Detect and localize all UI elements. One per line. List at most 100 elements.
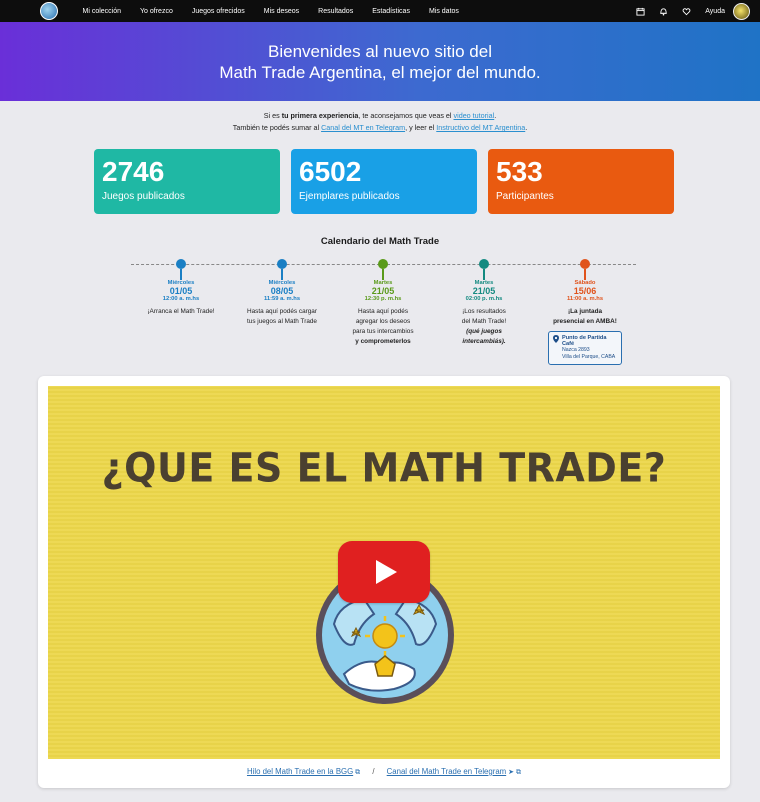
stat-label: Ejemplares publicados [299,191,400,202]
event-time: 02:00 p. m.hs [465,296,503,302]
nav-item-mis-datos[interactable]: Mis datos [419,8,468,15]
bell-icon[interactable] [659,7,668,16]
calendar-icon[interactable] [636,7,645,16]
stat-card-ejemplares: 6502 Ejemplares publicados [291,149,477,214]
intro-text-segment: Si es [263,111,282,120]
video-thumbnail-title: ¿QUE ES EL MATH TRADE? [101,444,667,492]
link-separator: / [372,767,375,776]
heart-icon[interactable] [682,7,691,16]
location-address: Villa del Parque, CABA [562,354,616,360]
card-links: Hilo del Math Trade en la BGG ⧉ / Canal d… [38,767,730,777]
intro-emphasis: tu primera experiencia [281,111,359,120]
event-time: 12:00 a. m.hs [162,296,200,302]
event-description: ¡Arranca el Math Trade! [131,307,231,317]
top-navbar: Mi colección Yo ofrezco Juegos ofrecidos… [0,0,760,22]
event-desc-line: del Math Trade! [461,318,507,325]
location-address: Nazca 2893 [562,347,590,353]
calendar-title: Calendario del Math Trade [320,236,440,247]
stat-label: Participantes [496,191,554,202]
timeline-dot [580,259,590,269]
event-time: 12:30 p. m.hs [364,296,402,302]
timeline-dot [176,259,186,269]
event-desc-line: ¡La juntada [567,308,603,315]
event-date: 08/05 [270,286,294,296]
bgg-thread-link[interactable]: Hilo del Math Trade en la BGG [247,767,353,776]
external-link-icon: ⧉ [355,769,361,776]
video-player[interactable]: ¿QUE ES EL MATH TRADE? [48,386,720,759]
event-desc-line: presencial en AMBA! [553,318,617,325]
hero-title-line2: Math Trade Argentina, el mejor del mundo… [219,62,541,82]
avatar[interactable] [733,2,750,20]
event-date: 01/05 [169,286,193,296]
event-location-box[interactable]: Punto de Partida Café Nazca 2893 Villa d… [548,331,622,365]
map-pin-icon [553,335,559,361]
event-desc-line: agregar los deseos [355,318,411,325]
event-desc-line: intercambiás). [462,338,506,345]
stat-card-participantes: 533 Participantes [488,149,674,214]
video-tutorial-link[interactable]: video tutorial [454,111,495,120]
event-date: 15/06 [573,286,597,296]
timeline-event: Miércoles 01/05 12:00 a. m.hs ¡Arranca e… [131,259,231,317]
help-link[interactable]: Ayuda [705,8,725,15]
event-description: Hasta aquí podés cargar tus juegos al Ma… [232,307,332,327]
timeline-dot [479,259,489,269]
instructivo-link[interactable]: Instructivo del MT Argentina [436,123,525,132]
event-desc-line: Hasta aquí podés cargar [247,308,317,315]
stat-label: Juegos publicados [102,191,185,202]
event-date: 21/05 [472,286,496,296]
hero-title: Bienvenides al nuevo sitio del Math Trad… [210,41,550,83]
timeline-dot [277,259,287,269]
telegram-link[interactable]: Canal del Math Trade en Telegram [387,767,506,776]
telegram-icon: ➤ [508,769,515,776]
event-time: 11:00 a. m.hs [566,296,604,302]
timeline-stem [382,269,384,280]
intro-text-segment: . [494,111,497,120]
event-date: 21/05 [371,286,395,296]
timeline-stem [584,269,586,280]
stat-value: 6502 [299,156,362,187]
external-link-icon: ⧉ [516,769,522,776]
timeline-dot [378,259,388,269]
nav-item-juegos-ofrecidos[interactable]: Juegos ofrecidos [182,8,254,15]
event-desc-line: ¡Arranca el Math Trade! [147,308,215,315]
stat-value: 2746 [102,156,165,187]
event-desc-line: tus juegos al Math Trade [247,318,317,325]
intro-line-2: También te podés sumar al Canal del MT e… [0,122,760,134]
event-description: ¡La juntada presencial en AMBA! [535,307,635,327]
timeline-stem [281,269,283,280]
stats-cards: 2746 Juegos publicados 6502 Ejemplares p… [94,149,760,214]
event-desc-line: para tus intercambios [352,328,414,335]
nav-item-resultados[interactable]: Resultados [309,8,363,15]
hero-title-line1: Bienvenides al nuevo sitio del [268,41,492,61]
timeline-event: Martes 21/05 12:30 p. m.hs Hasta aquí po… [333,259,433,347]
intro-text: Si es tu primera experiencia, te aconsej… [0,110,760,134]
event-time: 11:59 a. m.hs [263,296,301,302]
intro-text-segment: , te aconsejamos que veas el [358,111,454,120]
nav-item-mis-deseos[interactable]: Mis deseos [254,8,308,15]
timeline-event: Miércoles 08/05 11:59 a. m.hs Hasta aquí… [232,259,332,327]
timeline-stem [180,269,182,280]
timeline-event: Sábado 15/06 11:00 a. m.hs ¡La juntada p… [535,259,635,365]
nav-menu: Mi colección Yo ofrezco Juegos ofrecidos… [73,8,468,15]
play-icon [376,560,397,584]
intro-line-1: Si es tu primera experiencia, te aconsej… [0,110,760,122]
stat-card-juegos: 2746 Juegos publicados [94,149,280,214]
youtube-play-button[interactable] [338,541,430,603]
nav-item-estadisticas[interactable]: Estadísticas [363,8,420,15]
intro-text-segment: , y leer el [405,123,437,132]
site-logo[interactable] [40,2,58,20]
video-card: ¿QUE ES EL MATH TRADE? Hilo del Math Tra… [38,376,730,788]
nav-right-group: Ayuda [636,2,750,20]
telegram-channel-link[interactable]: Canal del MT en Telegram [321,123,405,132]
event-description: Hasta aquí podés agregar los deseos para… [333,307,433,347]
nav-item-yo-ofrezco[interactable]: Yo ofrezco [131,8,183,15]
intro-text-segment: . [525,123,528,132]
timeline-stem [483,269,485,280]
event-description: ¡Los resultados del Math Trade! (qué jue… [434,307,534,347]
calendar-timeline: Miércoles 01/05 12:00 a. m.hs ¡Arranca e… [131,259,636,379]
timeline-event: Martes 21/05 02:00 p. m.hs ¡Los resultad… [434,259,534,347]
nav-item-mi-coleccion[interactable]: Mi colección [73,8,131,15]
intro-text-segment: También te podés sumar al [232,123,322,132]
event-desc-line: Hasta aquí podés [357,308,409,315]
event-desc-line: y comprometerlos [355,338,411,345]
